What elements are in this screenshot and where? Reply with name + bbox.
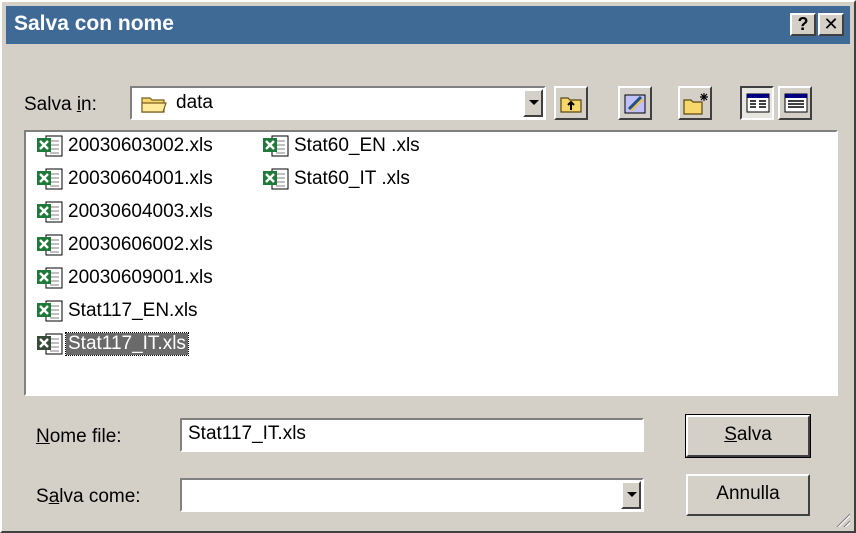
save-button-label: alva [736, 424, 772, 445]
current-folder-name: data [176, 92, 213, 113]
excel-file-icon [36, 167, 64, 191]
excel-file-icon [36, 200, 64, 224]
file-name: 20030604003.xls [68, 201, 213, 222]
file-item[interactable]: 20030609001.xls [36, 264, 215, 292]
new-folder-button[interactable] [678, 86, 712, 120]
resize-grip[interactable] [834, 511, 850, 527]
excel-file-icon [36, 266, 64, 290]
save-in-dropdown[interactable]: data [130, 86, 546, 120]
save-as-type-label-accel: a [48, 486, 60, 507]
file-item[interactable]: Stat117_IT.xls [36, 330, 189, 358]
file-name: 20030609001.xls [68, 267, 213, 288]
details-view-button[interactable] [778, 86, 812, 120]
new-folder-icon [682, 91, 710, 122]
file-name: 20030604001.xls [68, 168, 213, 189]
save-as-type-dropdown[interactable] [180, 478, 644, 512]
excel-file-icon [36, 332, 64, 356]
save-in-label-suffix: n: [81, 94, 97, 115]
folder-icon [140, 93, 168, 120]
file-name: 20030606002.xls [68, 234, 213, 255]
file-name: Stat60_EN .xls [294, 135, 420, 156]
excel-file-icon [36, 299, 64, 323]
file-list[interactable]: 20030603002.xls 20030604001.xls 2003060400… [24, 130, 838, 396]
filename-label: Nome file: [36, 426, 122, 448]
help-icon: ? [797, 14, 809, 34]
file-item[interactable]: 20030606002.xls [36, 231, 215, 259]
save-in-dropdown-arrow[interactable] [523, 89, 543, 117]
filename-label-accel: N [36, 426, 50, 447]
list-view-icon [746, 93, 770, 118]
excel-file-icon [262, 134, 290, 158]
file-name: 20030603002.xls [68, 135, 213, 156]
save-button-accel: S [724, 424, 737, 445]
filename-input[interactable]: Stat117_IT.xls [180, 418, 644, 452]
filename-label-rest: ome file: [49, 426, 122, 447]
file-item[interactable]: 20030604003.xls [36, 198, 215, 226]
title-bar[interactable]: Salva con nome ? ✕ [6, 6, 850, 44]
file-item[interactable]: 20030603002.xls [36, 132, 215, 160]
close-button[interactable]: ✕ [818, 13, 844, 36]
details-view-icon [784, 93, 808, 118]
cancel-button[interactable]: Annulla [686, 474, 810, 516]
excel-file-icon [262, 167, 290, 191]
folder-up-icon [559, 93, 585, 120]
save-as-dialog: Salva con nome ? ✕ Salva in: data 200306… [0, 0, 856, 533]
list-view-button[interactable] [740, 86, 774, 120]
save-as-type-label: Salva come: [36, 486, 141, 508]
file-name: Stat117_IT.xls [65, 332, 189, 356]
save-in-label-prefix: Salva [24, 94, 77, 115]
save-as-type-label-pre: S [36, 486, 49, 507]
save-button[interactable]: Salva [685, 414, 811, 458]
desktop-icon [623, 91, 649, 122]
file-item[interactable]: 20030604001.xls [36, 165, 215, 193]
file-item[interactable]: Stat60_IT .xls [262, 165, 412, 193]
file-name: Stat117_EN.xls [68, 300, 198, 321]
window-title: Salva con nome [14, 12, 174, 35]
save-as-type-dropdown-arrow[interactable] [621, 481, 641, 509]
save-as-type-label-rest: lva come: [59, 486, 141, 507]
save-in-label: Salva in: [24, 94, 97, 116]
excel-file-icon [36, 134, 64, 158]
close-icon: ✕ [823, 14, 839, 34]
excel-file-icon [36, 233, 64, 257]
file-name: Stat60_IT .xls [294, 168, 410, 189]
help-button[interactable]: ? [790, 13, 816, 36]
go-to-desktop-button[interactable] [618, 86, 652, 120]
file-item[interactable]: Stat60_EN .xls [262, 132, 422, 160]
file-item[interactable]: Stat117_EN.xls [36, 297, 200, 325]
up-one-level-button[interactable] [554, 86, 588, 120]
